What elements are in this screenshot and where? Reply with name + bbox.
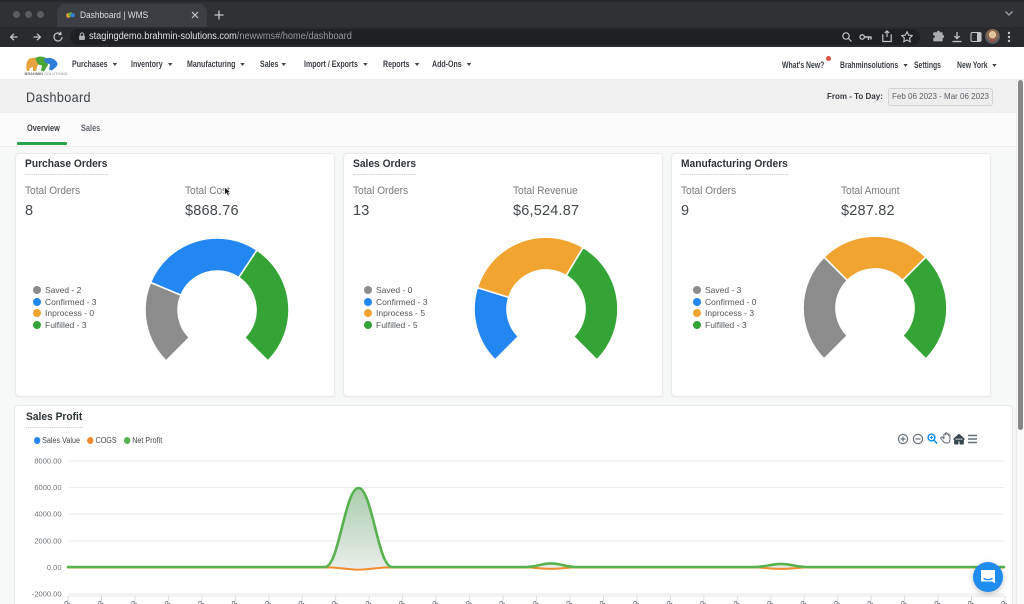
svg-text:Feb 06 2023: Feb 06 2023 — [32, 598, 73, 604]
svg-text:Feb 10 2023: Feb 10 2023 — [165, 598, 206, 604]
svg-text:4000.00: 4000.00 — [34, 510, 61, 519]
svg-text:Feb 09 2023: Feb 09 2023 — [132, 598, 173, 604]
svg-text:Mar 03 2023: Mar 03 2023 — [868, 598, 909, 604]
svg-text:2000.00: 2000.00 — [34, 537, 61, 546]
svg-text:Feb 27 2023: Feb 27 2023 — [734, 598, 775, 604]
svg-text:Feb 16 2023: Feb 16 2023 — [366, 598, 407, 604]
svg-text:Mar 06 2023: Mar 06 2023 — [969, 598, 1010, 604]
svg-text:Feb 14 2023: Feb 14 2023 — [299, 598, 340, 604]
svg-text:Feb 22 2023: Feb 22 2023 — [567, 598, 608, 604]
svg-text:Feb 26 2023: Feb 26 2023 — [701, 598, 742, 604]
svg-text:Feb 19 2023: Feb 19 2023 — [467, 598, 508, 604]
svg-text:8000.00: 8000.00 — [34, 457, 61, 466]
svg-text:Feb 21 2023: Feb 21 2023 — [534, 598, 575, 604]
svg-text:Feb 12 2023: Feb 12 2023 — [232, 598, 273, 604]
svg-text:Mar 04 2023: Mar 04 2023 — [902, 598, 943, 604]
svg-text:Feb 11 2023: Feb 11 2023 — [199, 598, 240, 604]
svg-text:Feb 20 2023: Feb 20 2023 — [500, 598, 541, 604]
svg-text:Mar 02 2023: Mar 02 2023 — [835, 598, 876, 604]
svg-text:6000.00: 6000.00 — [34, 483, 61, 492]
svg-text:Feb 25 2023: Feb 25 2023 — [667, 598, 708, 604]
svg-text:Feb 08 2023: Feb 08 2023 — [98, 598, 139, 604]
svg-text:Feb 15 2023: Feb 15 2023 — [333, 598, 374, 604]
svg-text:Feb 17 2023: Feb 17 2023 — [400, 598, 441, 604]
svg-text:Mar 01 2023: Mar 01 2023 — [801, 598, 842, 604]
svg-text:Feb 13 2023: Feb 13 2023 — [266, 598, 307, 604]
svg-text:0.00: 0.00 — [47, 563, 62, 572]
svg-text:Feb 07 2023: Feb 07 2023 — [65, 598, 106, 604]
svg-text:Feb 28 2023: Feb 28 2023 — [768, 598, 809, 604]
svg-text:-2000.00: -2000.00 — [32, 590, 62, 599]
svg-text:Mar 05 2023: Mar 05 2023 — [935, 598, 976, 604]
svg-text:Feb 23 2023: Feb 23 2023 — [600, 598, 641, 604]
svg-text:Feb 18 2023: Feb 18 2023 — [433, 598, 474, 604]
svg-text:Feb 24 2023: Feb 24 2023 — [634, 598, 675, 604]
